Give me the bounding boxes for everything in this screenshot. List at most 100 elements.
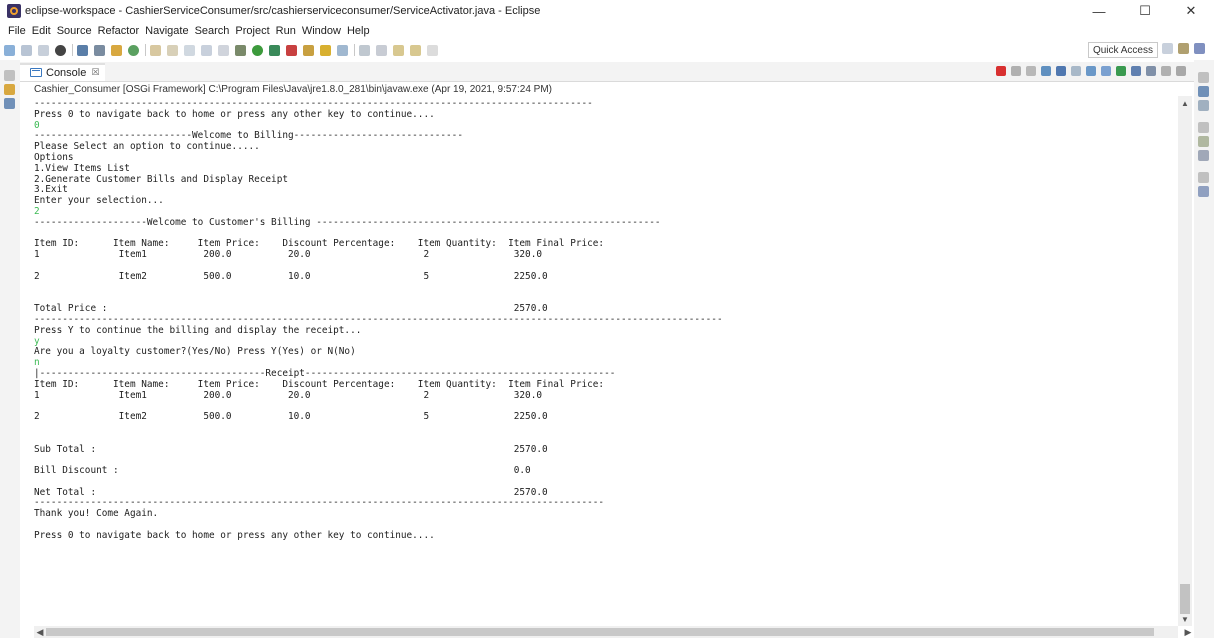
menu-help[interactable]: Help [344, 25, 373, 37]
new-class-icon[interactable] [320, 44, 331, 56]
run-icon[interactable] [252, 44, 263, 56]
pin-icon[interactable] [150, 44, 161, 56]
menu-navigate[interactable]: Navigate [142, 25, 191, 37]
horizontal-scroll-thumb[interactable] [46, 628, 1154, 636]
close-button[interactable]: ✕ [1168, 0, 1214, 22]
menu-run[interactable]: Run [273, 25, 299, 37]
right-trim-bar [1194, 60, 1214, 638]
minimize-view-icon[interactable] [1161, 66, 1171, 76]
refresh-icon[interactable] [128, 44, 139, 56]
task-list-icon[interactable] [1198, 100, 1209, 111]
new-package-icon[interactable] [303, 44, 314, 56]
menu-refactor[interactable]: Refactor [95, 25, 143, 37]
type-hierarchy-icon[interactable] [4, 98, 15, 109]
restore-icon[interactable] [1198, 172, 1209, 183]
maximize-button[interactable]: ☐ [1122, 0, 1168, 22]
coverage-icon[interactable] [269, 44, 280, 56]
restore-icon[interactable] [1198, 122, 1209, 133]
declaration-icon[interactable] [1198, 186, 1209, 197]
maximize-view-icon[interactable] [1176, 66, 1186, 76]
save-icon[interactable] [21, 44, 32, 56]
scroll-left-icon[interactable]: ◀ [34, 626, 46, 638]
vertical-scroll-thumb[interactable] [1180, 584, 1190, 614]
horizontal-scrollbar[interactable]: ◀ ▶ [34, 626, 1191, 638]
bug-icon[interactable] [55, 44, 66, 56]
scroll-up-icon[interactable]: ▲ [1178, 96, 1192, 110]
toolbar-separator [145, 44, 146, 56]
menu-edit[interactable]: Edit [29, 25, 54, 37]
console-line: Press 0 to navigate back to home or pres… [34, 108, 435, 120]
console-line: 1.View Items List [34, 162, 130, 174]
next-annotation-icon[interactable] [359, 44, 370, 56]
grid-icon[interactable] [201, 44, 212, 56]
console-view-tabbar: Console ☒ [20, 62, 1194, 82]
main-toolbar: Quick Access [0, 40, 1214, 60]
quick-access-input[interactable]: Quick Access [1087, 42, 1158, 58]
console-line: 1 Item1 200.0 20.0 2 320.0 [34, 249, 542, 261]
tab-console-label: Console [46, 66, 87, 79]
package-explorer-icon[interactable] [4, 84, 15, 95]
save-all-icon[interactable] [38, 44, 49, 56]
console-line: Enter your selection... [34, 195, 164, 207]
open-perspective-icon[interactable] [1162, 43, 1173, 54]
open-console-icon[interactable] [1146, 66, 1156, 76]
build-icon[interactable] [111, 44, 122, 56]
console-text: ----------------------------------------… [34, 99, 1174, 542]
console-line: 2 Item2 500.0 10.0 5 2250.0 [34, 270, 548, 282]
scroll-lock-icon[interactable] [1056, 66, 1066, 76]
restore-icon[interactable] [4, 70, 15, 81]
console-line: 1 Item1 200.0 20.0 2 320.0 [34, 389, 542, 401]
eclipse-logo-icon [7, 4, 21, 18]
toggle-icon[interactable] [94, 44, 105, 56]
console-output[interactable]: ----------------------------------------… [34, 99, 1174, 619]
perspective-switcher [1162, 43, 1210, 54]
toolbar-separator [354, 44, 355, 56]
forward-arrow-icon[interactable] [427, 44, 438, 56]
new-icon[interactable] [4, 44, 15, 56]
outline-icon[interactable] [1198, 86, 1209, 97]
close-tab-icon[interactable]: ☒ [91, 67, 99, 78]
menu-search[interactable]: Search [192, 25, 233, 37]
list-icon[interactable] [218, 44, 229, 56]
link-icon[interactable] [184, 44, 195, 56]
minimize-button[interactable]: — [1076, 0, 1122, 22]
terminal-icon[interactable] [77, 44, 88, 56]
show-stderr-icon[interactable] [1101, 66, 1111, 76]
problems-icon[interactable] [1198, 136, 1209, 147]
open-task-icon[interactable] [337, 44, 348, 56]
back-icon[interactable] [393, 44, 404, 56]
pen-icon[interactable] [167, 44, 178, 56]
title-bar: eclipse-workspace - CashierServiceConsum… [0, 0, 1214, 22]
external-tools-icon[interactable] [286, 44, 297, 56]
menu-file[interactable]: File [5, 25, 29, 37]
show-stdout-icon[interactable] [1086, 66, 1096, 76]
restore-icon[interactable] [1198, 72, 1209, 83]
console-icon [30, 68, 42, 77]
terminate-icon[interactable] [996, 66, 1006, 76]
vertical-scrollbar[interactable]: ▲ ▼ [1178, 96, 1192, 626]
prev-annotation-icon[interactable] [376, 44, 387, 56]
console-line: Sub Total : 2570.0 [34, 443, 548, 455]
remove-launch-icon[interactable] [1011, 66, 1021, 76]
process-header: Cashier_Consumer [OSGi Framework] C:\Pro… [34, 84, 553, 95]
menu-project[interactable]: Project [232, 25, 272, 37]
tab-console[interactable]: Console ☒ [20, 62, 106, 81]
debug-perspective-icon[interactable] [1178, 43, 1189, 54]
clear-console-icon[interactable] [1041, 66, 1051, 76]
word-wrap-icon[interactable] [1071, 66, 1081, 76]
pin-console-icon[interactable] [1116, 66, 1126, 76]
console-line: Item ID: Item Name: Item Price: Discount… [34, 378, 605, 390]
scroll-down-icon[interactable]: ▼ [1178, 612, 1192, 626]
menu-source[interactable]: Source [54, 25, 95, 37]
java-perspective-icon[interactable] [1194, 43, 1205, 54]
display-console-icon[interactable] [1131, 66, 1141, 76]
remove-all-icon[interactable] [1026, 66, 1036, 76]
scroll-right-icon[interactable]: ▶ [1182, 626, 1194, 638]
menu-window[interactable]: Window [299, 25, 344, 37]
debug-icon[interactable] [235, 44, 246, 56]
forward-icon[interactable] [410, 44, 421, 56]
console-line: 3.Exit [34, 184, 68, 196]
javadoc-icon[interactable] [1198, 150, 1209, 161]
